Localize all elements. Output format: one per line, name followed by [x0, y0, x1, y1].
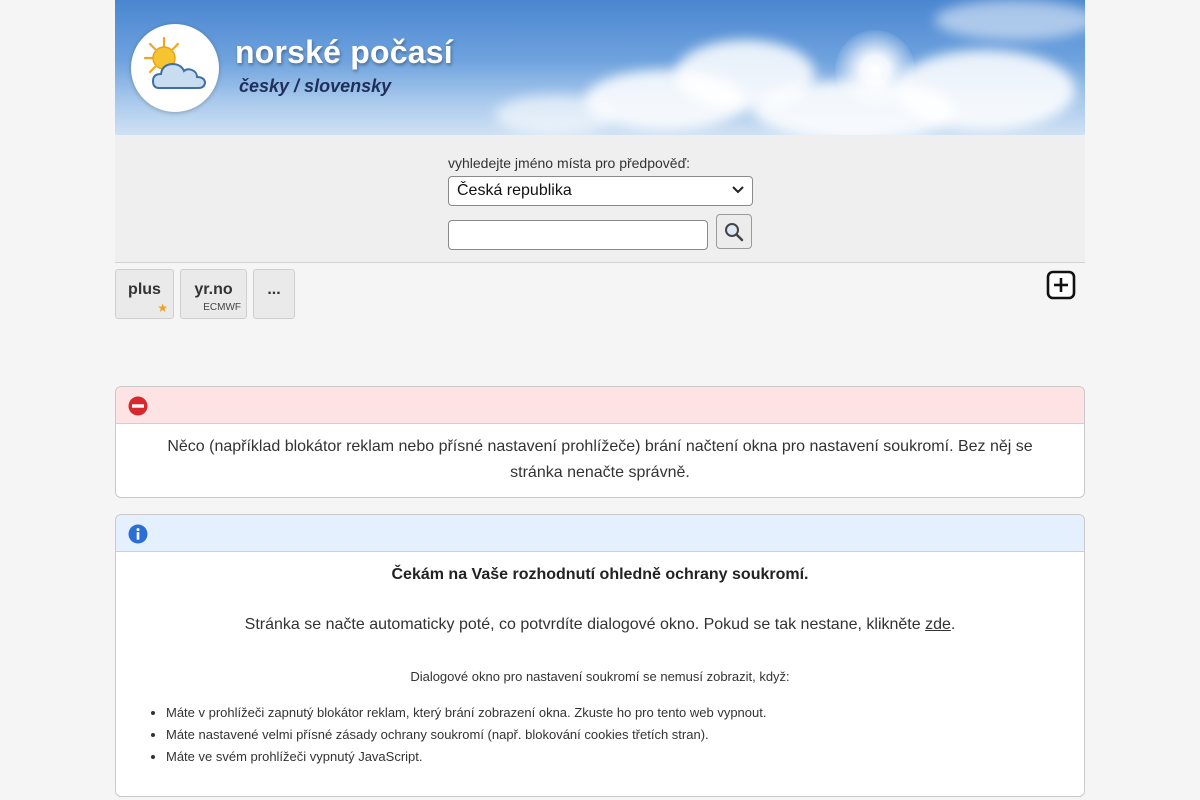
sky-sun — [835, 30, 915, 110]
error-alert-header — [116, 387, 1084, 424]
language-switch[interactable]: česky / slovensky — [239, 76, 391, 97]
tab-plus[interactable]: plus ★ — [115, 269, 174, 319]
tab-note: ECMWF — [203, 302, 241, 313]
tab-label: yr.no — [194, 281, 233, 298]
info-line-end: . — [950, 616, 956, 633]
tab-yr-no[interactable]: yr.no ECMWF — [180, 269, 247, 319]
place-search-input[interactable] — [448, 220, 708, 250]
info-alert: Čekám na Vaše rozhodnutí ohledně ochrany… — [115, 514, 1085, 797]
star-icon: ★ — [157, 301, 168, 315]
list-item: Máte nastavené velmi přísné zásady ochra… — [166, 724, 1084, 746]
list-item: Máte v prohlížeči zapnutý blokátor rekla… — [166, 702, 1084, 724]
sun-cloud-icon — [143, 36, 207, 89]
no-entry-icon — [128, 396, 148, 416]
reload-link[interactable]: zde — [925, 616, 951, 633]
info-icon — [128, 524, 148, 544]
country-select-value: Česká republika — [457, 182, 572, 199]
country-select[interactable]: Česká republika — [448, 176, 753, 206]
site-header: norské počasí česky / slovensky — [115, 0, 1085, 135]
sky-cloud — [935, 0, 1085, 40]
sky-cloud — [895, 50, 1075, 130]
list-item: Máte ve svém prohlížeči vypnutý JavaScri… — [166, 746, 1084, 768]
info-heading: Čekám na Vaše rozhodnutí ohledně ochrany… — [391, 566, 809, 583]
info-line: Stránka se načte automaticky poté, co po… — [116, 616, 1084, 634]
info-small-text: Dialogové okno pro nastavení soukromí se… — [410, 669, 790, 684]
add-place-button[interactable] — [1046, 270, 1076, 300]
site-logo[interactable] — [131, 24, 219, 112]
search-panel: vyhledejte jméno místa pro předpověď: Če… — [115, 135, 1085, 263]
info-alert-header — [116, 515, 1084, 552]
info-line-text: Stránka se načte automaticky poté, co po… — [244, 616, 926, 633]
tab-more[interactable]: ... — [253, 269, 295, 319]
error-alert: Něco (například blokátor reklam nebo pří… — [115, 386, 1085, 498]
sky-cloud — [495, 95, 615, 135]
search-icon — [725, 222, 744, 241]
error-message: Něco (například blokátor reklam nebo pří… — [167, 438, 1033, 481]
chevron-down-icon — [732, 185, 744, 197]
search-label: vyhledejte jméno místa pro předpověď: — [448, 155, 691, 171]
search-button[interactable] — [716, 214, 752, 249]
plus-square-icon — [1046, 270, 1076, 300]
site-title[interactable]: norské počasí — [235, 34, 453, 71]
tab-label: plus — [128, 281, 161, 298]
reasons-list: Máte v prohlížeči zapnutý blokátor rekla… — [116, 702, 1084, 768]
page: norské počasí česky / slovensky vyhledej… — [115, 0, 1085, 800]
tab-label: ... — [267, 281, 281, 298]
